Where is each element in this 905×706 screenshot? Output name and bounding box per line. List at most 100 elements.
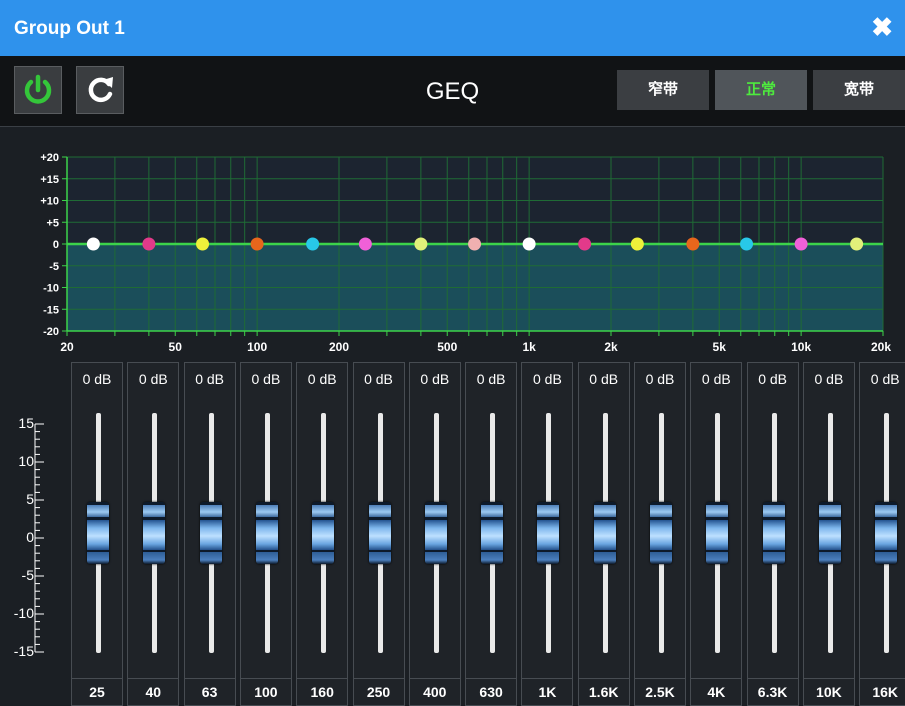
fader-handle[interactable]	[481, 502, 504, 564]
title-bar: Group Out 1 ✖	[0, 0, 905, 56]
eq-band-point[interactable]	[196, 237, 210, 251]
eq-band-point[interactable]	[794, 237, 808, 251]
fader-scale-label: 10	[18, 453, 34, 469]
fader-frequency-label: 1.6K	[578, 678, 629, 705]
y-axis-label: +10	[40, 196, 59, 208]
geq-window: Group Out 1 ✖ 窄带 正常 宽带 GEQ +20 +15 +10 +5 0-…	[0, 0, 905, 706]
refresh-icon	[88, 77, 113, 103]
fader-gain-value: 0 dB	[251, 371, 281, 387]
x-axis-label: 20	[60, 340, 74, 354]
fader-channel: 0 dB 100	[239, 362, 292, 706]
x-axis-label: 2k	[604, 340, 618, 354]
fader-channel: 0 dB 40	[127, 362, 180, 706]
y-axis-label: +20	[40, 152, 59, 164]
fader-channel: 0 dB 250	[352, 362, 405, 706]
fader-frequency-label: 630	[466, 678, 517, 705]
fader-handle[interactable]	[143, 502, 166, 564]
power-icon	[24, 74, 52, 104]
y-axis-label: -20	[43, 326, 59, 338]
fader-scale-label: 5	[26, 491, 34, 507]
bandwidth-narrow-button[interactable]: 窄带	[617, 70, 709, 110]
x-axis-label: 500	[437, 340, 457, 354]
fader-channel: 0 dB 16K	[859, 362, 905, 706]
bandwidth-wide-button[interactable]: 宽带	[813, 70, 905, 110]
x-axis-label: 10k	[791, 340, 811, 354]
y-axis-label: -5	[49, 261, 59, 273]
eq-band-point[interactable]	[250, 237, 264, 251]
fader-handle[interactable]	[706, 502, 729, 564]
fader-frequency-label: 6.3K	[747, 678, 798, 705]
fader-frequency-label: 4K	[691, 678, 742, 705]
fader-frequency-label: 10K	[803, 678, 854, 705]
fader-gain-value: 0 dB	[420, 371, 450, 387]
eq-band-point[interactable]	[740, 237, 754, 251]
close-icon[interactable]: ✖	[871, 13, 893, 41]
fader-frequency-label: 16K	[860, 678, 905, 705]
fader-channel: 0 dB 400	[408, 362, 461, 706]
fader-scale-label: 15	[18, 415, 34, 431]
fader-frequency-label: 100	[240, 678, 291, 705]
fader-handle[interactable]	[650, 502, 672, 564]
fader-handle[interactable]	[818, 502, 841, 564]
bandwidth-normal-button[interactable]: 正常	[715, 70, 807, 110]
fader-scale-label: -15	[13, 643, 34, 659]
eq-band-point[interactable]	[686, 237, 700, 251]
fader-bank: 15 10 5 0 -5 -10 -15 0 dB 25 0 dB 40 0 dB 63 0 dB 100…	[0, 356, 905, 706]
refresh-button[interactable]	[76, 66, 124, 114]
fader-gain-value: 0 dB	[701, 371, 731, 387]
fader-frequency-label: 160	[297, 678, 348, 705]
eq-band-point[interactable]	[414, 237, 428, 251]
fader-handle[interactable]	[762, 502, 785, 564]
window-title: Group Out 1	[14, 18, 125, 39]
fader-handle[interactable]	[424, 502, 447, 564]
fader-channel: 0 dB 25	[71, 362, 123, 706]
fader-scale-ticks	[34, 423, 44, 653]
eq-band-point[interactable]	[142, 237, 156, 251]
eq-band-point[interactable]	[306, 237, 320, 251]
fader-channel: 0 dB 6.3K	[746, 362, 799, 706]
x-axis-label: 5k	[713, 340, 727, 354]
power-button[interactable]	[14, 66, 62, 114]
y-axis-label: +15	[40, 174, 59, 186]
fader-gain-value: 0 dB	[82, 371, 112, 387]
fader-gain-value: 0 dB	[195, 371, 224, 387]
fader-frequency-label: 400	[409, 678, 460, 705]
x-axis-label: 1k	[522, 340, 536, 354]
x-axis-label: 20k	[871, 340, 891, 354]
eq-graph: +20 +15 +10 +5 0 -5 -10 -15 -20 20 50 100 200 500 1k 2k…	[0, 126, 905, 356]
fader-handle[interactable]	[255, 502, 278, 564]
y-axis-label: -15	[43, 304, 59, 316]
x-axis-label: 200	[329, 340, 349, 354]
fader-channel: 0 dB 630	[465, 362, 518, 706]
fader-frequency-label: 2.5K	[635, 678, 685, 705]
fader-frequency-label: 25	[72, 678, 122, 705]
fader-channel: 0 dB 2.5K	[634, 362, 686, 706]
fader-gain-value: 0 dB	[307, 371, 337, 387]
eq-band-point[interactable]	[578, 237, 592, 251]
fader-channel: 0 dB 4K	[690, 362, 743, 706]
eq-band-point[interactable]	[468, 237, 482, 251]
fader-frequency-label: 1K	[522, 678, 573, 705]
fader-scale-label: -10	[13, 605, 34, 621]
eq-band-point[interactable]	[86, 237, 100, 251]
fader-channel: 0 dB 1.6K	[577, 362, 630, 706]
eq-band-point[interactable]	[630, 237, 644, 251]
eq-band-point[interactable]	[358, 237, 372, 251]
fader-handle[interactable]	[199, 502, 222, 564]
fader-frequency-label: 63	[184, 678, 235, 705]
fader-handle[interactable]	[593, 502, 616, 564]
eq-band-point[interactable]	[522, 237, 536, 251]
x-axis-label: 50	[169, 340, 183, 354]
fader-handle[interactable]	[537, 502, 560, 564]
fader-gain-value: 0 dB	[758, 371, 787, 387]
fader-handle[interactable]	[368, 502, 391, 564]
fader-gain-value: 0 dB	[870, 371, 900, 387]
toolbar: 窄带 正常 宽带	[0, 56, 905, 127]
fader-channel: 0 dB 1K	[521, 362, 574, 706]
eq-graph-svg: +20 +15 +10 +5 0 -5 -10 -15 -2020 50 100 200 500 1k 2k…	[40, 152, 891, 354]
fader-handle[interactable]	[87, 502, 109, 564]
eq-band-point[interactable]	[850, 237, 864, 251]
fader-handle[interactable]	[312, 502, 335, 564]
fader-channel: 0 dB 10K	[802, 362, 855, 706]
fader-handle[interactable]	[875, 502, 898, 564]
